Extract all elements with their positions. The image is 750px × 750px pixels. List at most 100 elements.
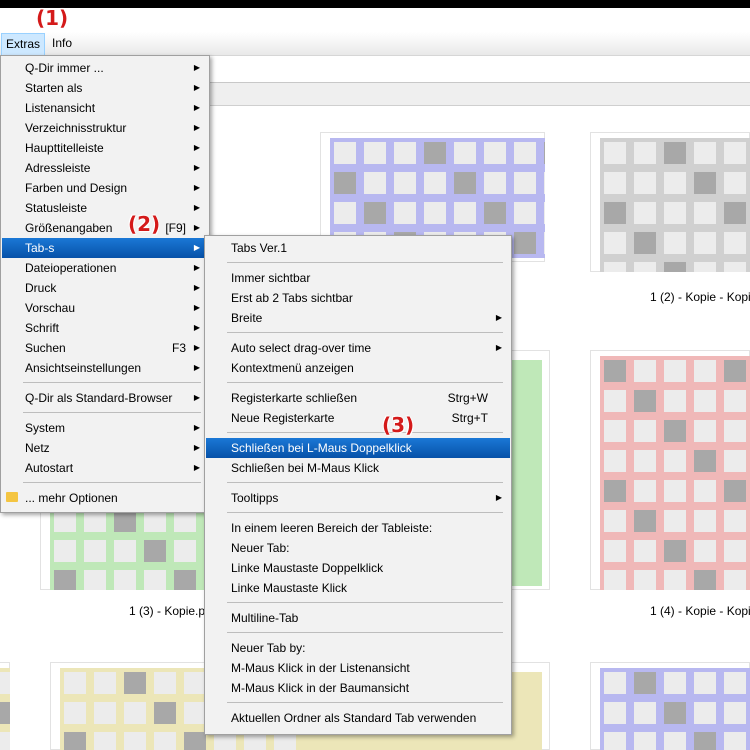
menu-item-shortcut: Strg+W [447,391,488,405]
menu-item-label: Kontextmenü anzeigen [231,361,354,375]
extras-item-q-dir-als-standard-browser[interactable]: Q-Dir als Standard-Browser ▶ [2,388,208,408]
tabs-item-m-maus-klick-in-der-listenansicht[interactable]: M-Maus Klick in der Listenansicht [206,658,510,678]
tabs-item-schließen-bei-m-maus-klick[interactable]: Schließen bei M-Maus Klick [206,458,510,478]
extras-item-mehr-optionen[interactable]: ... mehr Optionen [2,488,208,508]
menu-separator [227,432,503,433]
chevron-right-icon: ▶ [193,103,200,112]
menu-bar: Extras Info [0,32,750,57]
extras-item-netz[interactable]: Netz ▶ [2,438,208,458]
chevron-right-icon: ▶ [193,263,200,272]
menu-item-label: Aktuellen Ordner als Standard Tab verwen… [231,711,477,725]
menu-item-label: Schließen bei L-Maus Doppelklick [231,441,412,455]
tabs-item-in-einem-leeren-bereich-der-tableiste[interactable]: In einem leeren Bereich der Tableiste: [206,518,510,538]
menu-separator [227,482,503,483]
tabs-item-registerkarte-schließen[interactable]: Registerkarte schließen Strg+W [206,388,510,408]
tabs-item-neue-registerkarte[interactable]: Neue Registerkarte Strg+T [206,408,510,428]
tabs-item-neuer-tab[interactable]: Neuer Tab: [206,538,510,558]
menu-item-label: Immer sichtbar [231,271,311,285]
extras-item-haupttitelleiste[interactable]: Haupttitelleiste ▶ [2,138,208,158]
menu-item-label: Tabs Ver.1 [231,241,288,255]
extras-item-listenansicht[interactable]: Listenansicht ▶ [2,98,208,118]
file-caption-2[interactable]: 1 (3) - Kopie.p [129,604,205,618]
menu-separator [23,412,201,413]
file-caption-1[interactable]: 1 (2) - Kopie - Kopi [650,290,750,304]
menu-info[interactable]: Info [52,36,72,50]
menu-separator [227,382,503,383]
extras-menu: Q-Dir immer ... ▶ Starten als ▶ Listenansich… [0,55,210,513]
extras-item-statusleiste[interactable]: Statusleiste ▶ [2,198,208,218]
menu-item-label: Autostart [25,461,74,475]
menu-item-label: Listenansicht [25,101,96,115]
menu-item-label: M-Maus Klick in der Baumansicht [231,681,410,695]
chevron-right-icon: ▶ [193,393,200,402]
thumb-blue-3[interactable] [590,662,750,750]
menu-item-label: Dateioperationen [25,261,117,275]
extras-item-ansichtseinstellungen[interactable]: Ansichtseinstellungen ▶ [2,358,208,378]
window-title-bar [0,0,750,8]
menu-separator [23,382,201,383]
menu-item-label: Adressleiste [25,161,91,175]
folder-icon [6,492,18,502]
thumb-gray[interactable] [590,132,750,272]
menu-extras[interactable]: Extras [1,33,46,57]
menu-item-label: Tooltipps [231,491,279,505]
menu-item-label: Linke Maustaste Doppelklick [231,561,384,575]
tabs-item-erst-ab-2-tabs-sichtbar[interactable]: Erst ab 2 Tabs sichtbar [206,288,510,308]
file-caption-3[interactable]: 1 (4) - Kopie - Kopi [650,604,750,618]
extras-item-tab-s[interactable]: Tab-s ▶ [2,238,208,258]
menu-item-label: In einem leeren Bereich der Tableiste: [231,521,433,535]
menu-item-label: Starten als [25,81,83,95]
extras-item-suchen[interactable]: Suchen F3 ▶ [2,338,208,358]
tabs-item-multiline-tab[interactable]: Multiline-Tab [206,608,510,628]
tabs-item-m-maus-klick-in-der-baumansicht[interactable]: M-Maus Klick in der Baumansicht [206,678,510,698]
menu-item-label: Netz [25,441,50,455]
tabs-item-aktuellen-ordner-als-standard-tab-verwenden[interactable]: Aktuellen Ordner als Standard Tab verwen… [206,708,510,728]
menu-item-label: Haupttitelleiste [25,141,104,155]
menu-item-shortcut: F3 [171,341,186,355]
extras-item-autostart[interactable]: Autostart ▶ [2,458,208,478]
extras-item-druck[interactable]: Druck ▶ [2,278,208,298]
menu-separator [227,332,503,333]
tabs-item-tabs-ver-1[interactable]: Tabs Ver.1 [206,238,510,258]
tabs-item-auto-select-drag-over-time[interactable]: Auto select drag-over time ▶ [206,338,510,358]
chevron-right-icon: ▶ [193,283,200,292]
menu-item-label: Ansichtseinstellungen [25,361,142,375]
callout-3: (3) [382,413,415,437]
extras-item-vorschau[interactable]: Vorschau ▶ [2,298,208,318]
menu-item-label: M-Maus Klick in der Listenansicht [231,661,410,675]
menu-item-label: Multiline-Tab [231,611,299,625]
thumb-yellow-1[interactable] [0,662,10,750]
extras-item-dateioperationen[interactable]: Dateioperationen ▶ [2,258,208,278]
tabs-item-kontextmenü-anzeigen[interactable]: Kontextmenü anzeigen [206,358,510,378]
menu-item-shortcut: Strg+T [451,411,488,425]
menu-item-label: Auto select drag-over time [231,341,372,355]
tabs-item-linke-maustaste-klick[interactable]: Linke Maustaste Klick [206,578,510,598]
chevron-right-icon: ▶ [193,223,200,232]
tabs-item-breite[interactable]: Breite ▶ [206,308,510,328]
chevron-right-icon: ▶ [495,313,502,322]
extras-item-starten-als[interactable]: Starten als ▶ [2,78,208,98]
menu-item-shortcut: [F9] [165,221,186,235]
tabs-item-tooltipps[interactable]: Tooltipps ▶ [206,488,510,508]
tabs-item-schließen-bei-l-maus-doppelklick[interactable]: Schließen bei L-Maus Doppelklick [206,438,510,458]
thumb-red[interactable] [590,350,750,590]
menu-item-label: Neue Registerkarte [231,411,335,425]
menu-item-label: Vorschau [25,301,76,315]
tabs-item-immer-sichtbar[interactable]: Immer sichtbar [206,268,510,288]
tabs-submenu: Tabs Ver.1 Immer sichtbar Erst ab 2 Tabs s… [204,235,512,735]
chevron-right-icon: ▶ [193,463,200,472]
menu-item-label: Breite [231,311,263,325]
extras-item-adressleiste[interactable]: Adressleiste ▶ [2,158,208,178]
extras-item-q-dir-immer[interactable]: Q-Dir immer ... ▶ [2,58,208,78]
extras-item-verzeichnisstruktur[interactable]: Verzeichnisstruktur ▶ [2,118,208,138]
extras-item-system[interactable]: System ▶ [2,418,208,438]
menu-item-label: Registerkarte schließen [231,391,358,405]
menu-separator [227,262,503,263]
extras-item-größenangaben[interactable]: Größenangaben [F9] ▶ [2,218,208,238]
extras-item-schrift[interactable]: Schrift ▶ [2,318,208,338]
chevron-right-icon: ▶ [495,493,502,502]
tabs-item-neuer-tab-by[interactable]: Neuer Tab by: [206,638,510,658]
menu-item-label: Farben und Design [25,181,128,195]
tabs-item-linke-maustaste-doppelklick[interactable]: Linke Maustaste Doppelklick [206,558,510,578]
extras-item-farben-und-design[interactable]: Farben und Design ▶ [2,178,208,198]
